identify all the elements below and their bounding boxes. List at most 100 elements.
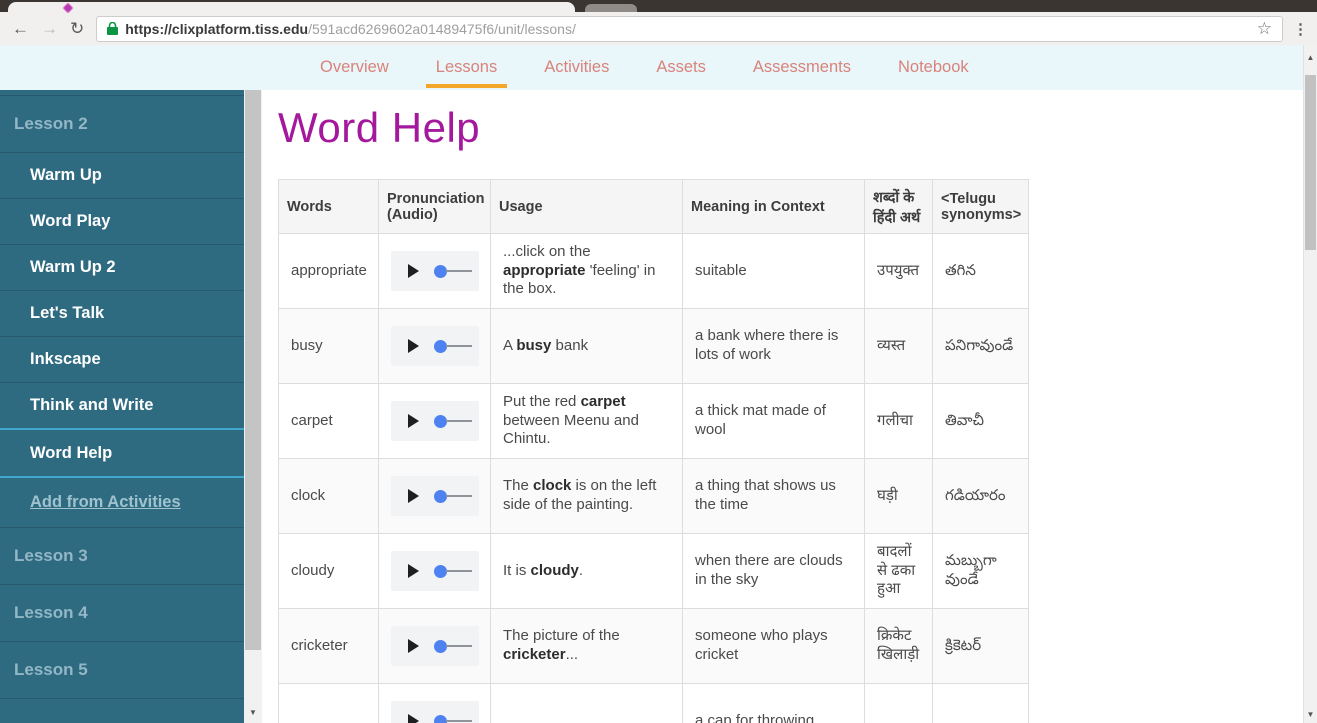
usage-cell: The clock is on the left side of the pai… — [490, 458, 683, 534]
sidebar-scrollbar-thumb[interactable] — [245, 90, 261, 650]
page-title: Word Help — [278, 104, 481, 151]
audio-cell — [378, 458, 491, 534]
audio-cell — [378, 608, 491, 684]
audio-player[interactable] — [391, 401, 479, 441]
usage-cell: ...click on the appropriate 'feeling' in… — [490, 233, 683, 309]
browser-toolbar: ← → ↻ https://clixplatform.tiss.edu/591a… — [0, 12, 1317, 45]
window-scrollbar-thumb[interactable] — [1305, 75, 1316, 250]
telugu-cell: తగిన — [932, 233, 1029, 309]
sidebar-item-word-play[interactable]: Word Play — [0, 199, 244, 245]
sidebar-item-warm-up-2[interactable]: Warm Up 2 — [0, 245, 244, 291]
url-text: https://clixplatform.tiss.edu/591acd6269… — [125, 20, 576, 37]
meaning-cell: a bank where there is lots of work — [682, 308, 865, 384]
play-icon[interactable] — [408, 264, 419, 278]
column-header-meaning-in-context: Meaning in Context — [682, 179, 865, 234]
tab-overview[interactable]: Overview — [310, 45, 399, 90]
column-header-telugu-synonyms: <Telugu synonyms> — [932, 179, 1029, 234]
window-scroll-up-icon[interactable]: ▲ — [1304, 53, 1317, 62]
hindi-cell: उपयुक्त — [864, 233, 933, 309]
bookmark-star-icon[interactable]: ☆ — [1257, 19, 1272, 39]
word-cell: cloudy — [278, 533, 379, 609]
column-header-usage: Usage — [490, 179, 683, 234]
hindi-cell: क्रिकेट खिलाड़ी — [864, 608, 933, 684]
tab-assets[interactable]: Assets — [646, 45, 716, 90]
url-bar[interactable]: https://clixplatform.tiss.edu/591acd6269… — [96, 15, 1283, 42]
audio-player[interactable] — [391, 476, 479, 516]
meaning-cell: when there are clouds in the sky — [682, 533, 865, 609]
window-scrollbar[interactable]: ▲ ▼ — [1303, 45, 1317, 723]
word-cell: clock — [278, 458, 379, 534]
browser-tab[interactable] — [8, 2, 575, 14]
word-cell: carpet — [278, 383, 379, 459]
window-scroll-down-icon[interactable]: ▼ — [1304, 710, 1317, 719]
audio-player[interactable] — [391, 326, 479, 366]
browser-tab-strip — [0, 0, 1317, 14]
sidebar-item-lesson-3[interactable]: Lesson 3 — [0, 528, 244, 585]
word-cell — [278, 683, 379, 723]
usage-cell — [490, 683, 683, 723]
forward-button[interactable]: → — [41, 20, 58, 37]
audio-cell — [378, 383, 491, 459]
sidebar-item-word-help[interactable]: Word Help — [0, 428, 244, 478]
tab-activities[interactable]: Activities — [534, 45, 619, 90]
audio-cell — [378, 533, 491, 609]
word-table-header-row: Words Pronunciation (Audio) Usage Meaning i… — [278, 179, 1029, 234]
site-favicon-icon — [62, 2, 74, 14]
sidebar-item-lesson-2[interactable]: Lesson 2 — [0, 96, 244, 153]
telugu-cell: పనిగావుండే — [932, 308, 1029, 384]
browser-menu-icon[interactable]: ⋮ — [1293, 20, 1308, 38]
play-icon[interactable] — [408, 414, 419, 428]
sidebar-item-add-from-activities[interactable]: Add from Activities — [0, 478, 244, 528]
sidebar-item-warm-up[interactable]: Warm Up — [0, 153, 244, 199]
meaning-cell: a thing that shows us the time — [682, 458, 865, 534]
play-icon[interactable] — [408, 564, 419, 578]
play-icon[interactable] — [408, 489, 419, 503]
meaning-cell: suitable — [682, 233, 865, 309]
hindi-cell: घड़ी — [864, 458, 933, 534]
meaning-cell: a cap for throwing — [682, 683, 865, 723]
new-tab-button[interactable] — [585, 4, 637, 12]
word-cell: cricketer — [278, 608, 379, 684]
sidebar-item-think-and-write[interactable]: Think and Write — [0, 383, 244, 429]
telugu-cell: క్రికెటర్ — [932, 608, 1029, 684]
audio-player[interactable] — [391, 251, 479, 291]
sidebar-item-inkscape[interactable]: Inkscape — [0, 337, 244, 383]
sidebar-scrollbar[interactable]: ▼ — [244, 90, 262, 723]
play-icon[interactable] — [408, 714, 419, 723]
seek-track — [446, 494, 472, 498]
play-icon[interactable] — [408, 639, 419, 653]
usage-cell: It is cloudy. — [490, 533, 683, 609]
browser-window: ← → ↻ https://clixplatform.tiss.edu/591a… — [0, 0, 1317, 723]
hindi-cell: व्यस्त — [864, 308, 933, 384]
sidebar-item-let-s-talk[interactable]: Let's Talk — [0, 291, 244, 337]
reload-button[interactable]: ↻ — [70, 20, 84, 37]
telugu-cell: గడియారం — [932, 458, 1029, 534]
tab-assessments[interactable]: Assessments — [743, 45, 861, 90]
sidebar-item-lesson-5[interactable]: Lesson 5 — [0, 642, 244, 699]
seek-track — [446, 269, 472, 273]
audio-player[interactable] — [391, 626, 479, 666]
audio-player[interactable] — [391, 701, 479, 723]
sidebar-scroll-down-icon[interactable]: ▼ — [244, 708, 262, 717]
back-button[interactable]: ← — [12, 20, 29, 37]
audio-player[interactable] — [391, 551, 479, 591]
telugu-cell — [932, 683, 1029, 723]
seek-track — [446, 644, 472, 648]
table-row: a cap for throwing — [278, 683, 1029, 723]
word-help-table: Words Pronunciation (Audio) Usage Meaning i… — [278, 179, 1029, 723]
audio-cell — [378, 683, 491, 723]
hindi-cell — [864, 683, 933, 723]
hindi-cell: गलीचा — [864, 383, 933, 459]
table-row: clock The clock is on the left side of th… — [278, 458, 1029, 534]
usage-cell: Put the red carpet between Meenu and Chi… — [490, 383, 683, 459]
seek-track — [446, 419, 472, 423]
tab-notebook[interactable]: Notebook — [888, 45, 979, 90]
table-row: appropriate ...click on the appropriate '… — [278, 233, 1029, 309]
usage-cell: The picture of the cricketer... — [490, 608, 683, 684]
play-icon[interactable] — [408, 339, 419, 353]
tab-lessons[interactable]: Lessons — [425, 45, 508, 90]
sidebar-item-lesson-4[interactable]: Lesson 4 — [0, 585, 244, 642]
seek-track — [446, 344, 472, 348]
audio-cell — [378, 308, 491, 384]
word-cell: appropriate — [278, 233, 379, 309]
